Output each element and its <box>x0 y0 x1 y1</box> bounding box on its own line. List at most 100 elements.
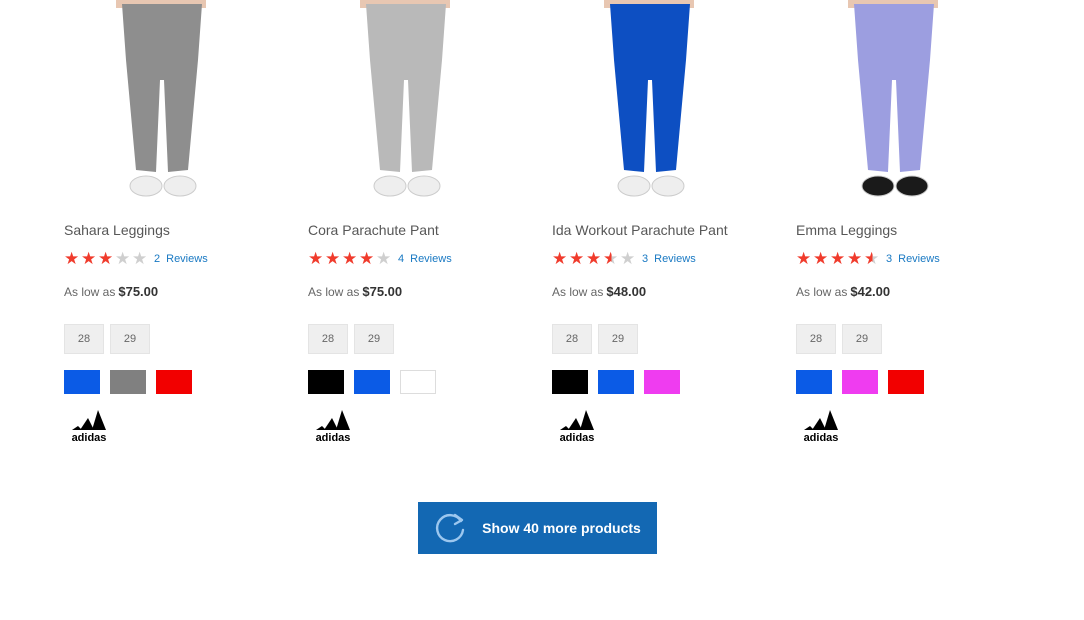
product-rating: ★ ★ ★ ★ ★ 4 Reviews <box>308 250 452 268</box>
star-icon: ★ <box>115 249 131 268</box>
svg-text:adidas: adidas <box>316 432 351 444</box>
color-swatches <box>64 370 192 394</box>
star-icon: ★ <box>308 249 324 268</box>
star-icon: ★ <box>830 249 846 268</box>
product-name-link[interactable]: Sahara Leggings <box>64 222 170 238</box>
color-swatch[interactable] <box>400 370 436 394</box>
product-image[interactable] <box>796 0 996 210</box>
star-icon: ★ <box>98 249 114 268</box>
brand-logo: adidas <box>796 408 846 449</box>
size-option[interactable]: 28 <box>796 324 836 354</box>
star-icon: ★ <box>64 249 80 268</box>
reviews-link[interactable]: 4 Reviews <box>398 253 452 265</box>
review-count: 2 <box>154 253 161 265</box>
brand-logo: adidas <box>308 408 358 449</box>
size-option[interactable]: 29 <box>354 324 394 354</box>
reviews-label: Reviews <box>898 253 940 265</box>
product-card: Sahara Leggings ★ ★ ★ ★ ★ 2 Reviews As low as $75… <box>64 0 308 444</box>
size-option[interactable]: 28 <box>552 324 592 354</box>
reviews-link[interactable]: 3 Reviews <box>642 253 696 265</box>
star-icon: ★ <box>813 249 829 268</box>
star-icon: ★ <box>325 249 341 268</box>
rating-stars: ★ ★ ★ ★ ★ <box>796 250 881 268</box>
product-card: Emma Leggings ★ ★ ★ ★ ★ 3 Reviews As low as $42.0… <box>796 0 1040 444</box>
product-name-link[interactable]: Cora Parachute Pant <box>308 222 439 238</box>
star-icon: ★ <box>342 249 358 268</box>
review-count: 3 <box>886 253 893 265</box>
reviews-link[interactable]: 3 Reviews <box>886 253 940 265</box>
color-swatch[interactable] <box>644 370 680 394</box>
svg-text:adidas: adidas <box>72 432 107 444</box>
color-swatch[interactable] <box>796 370 832 394</box>
color-swatch[interactable] <box>888 370 924 394</box>
review-count: 3 <box>642 253 649 265</box>
product-rating: ★ ★ ★ ★ ★ 2 Reviews <box>64 250 208 268</box>
color-swatch[interactable] <box>110 370 146 394</box>
product-rating: ★ ★ ★ ★ ★ 3 Reviews <box>796 250 940 268</box>
svg-text:adidas: adidas <box>804 432 839 444</box>
review-count: 4 <box>398 253 405 265</box>
star-icon: ★ <box>603 249 619 268</box>
size-option[interactable]: 28 <box>308 324 348 354</box>
color-swatches <box>796 370 924 394</box>
product-rating: ★ ★ ★ ★ ★ 3 Reviews <box>552 250 696 268</box>
star-icon: ★ <box>847 249 863 268</box>
size-options: 28 29 <box>64 324 150 354</box>
size-options: 28 29 <box>308 324 394 354</box>
reviews-label: Reviews <box>166 253 208 265</box>
size-option[interactable]: 29 <box>842 324 882 354</box>
color-swatches <box>308 370 436 394</box>
color-swatch[interactable] <box>598 370 634 394</box>
color-swatch[interactable] <box>64 370 100 394</box>
color-swatch[interactable] <box>842 370 878 394</box>
star-icon: ★ <box>359 249 375 268</box>
star-icon: ★ <box>376 249 392 268</box>
star-icon: ★ <box>132 249 148 268</box>
star-icon: ★ <box>81 249 97 268</box>
price-prefix: As low as <box>796 285 848 299</box>
star-icon: ★ <box>552 249 568 268</box>
product-name-link[interactable]: Emma Leggings <box>796 222 897 238</box>
reviews-link[interactable]: 2 Reviews <box>154 253 208 265</box>
product-image[interactable] <box>552 0 752 210</box>
product-image[interactable] <box>64 0 264 210</box>
color-swatch[interactable] <box>354 370 390 394</box>
size-option[interactable]: 29 <box>598 324 638 354</box>
star-icon: ★ <box>864 249 880 268</box>
product-image[interactable] <box>308 0 508 210</box>
product-price: As low as $75.00 <box>308 284 402 299</box>
show-more-label: Show 40 more products <box>482 520 641 536</box>
brand-logo: adidas <box>552 408 602 449</box>
price-prefix: As low as <box>64 285 116 299</box>
product-price: As low as $42.00 <box>796 284 890 299</box>
brand-logo: adidas <box>64 408 114 449</box>
product-card: Ida Workout Parachute Pant ★ ★ ★ ★ ★ 3 Reviews A… <box>552 0 796 444</box>
star-icon: ★ <box>796 249 812 268</box>
star-icon: ★ <box>620 249 636 268</box>
reviews-label: Reviews <box>654 253 696 265</box>
star-icon: ★ <box>586 249 602 268</box>
product-price: As low as $75.00 <box>64 284 158 299</box>
product-grid: Sahara Leggings ★ ★ ★ ★ ★ 2 Reviews As low as $75… <box>64 0 1040 444</box>
color-swatches <box>552 370 680 394</box>
size-option[interactable]: 28 <box>64 324 104 354</box>
star-icon: ★ <box>569 249 585 268</box>
product-name-link[interactable]: Ida Workout Parachute Pant <box>552 222 728 238</box>
color-swatch[interactable] <box>552 370 588 394</box>
size-option[interactable]: 29 <box>110 324 150 354</box>
rating-stars: ★ ★ ★ ★ ★ <box>552 250 637 268</box>
price-amount: $75.00 <box>118 284 159 299</box>
price-prefix: As low as <box>308 285 360 299</box>
size-options: 28 29 <box>796 324 882 354</box>
reviews-label: Reviews <box>410 253 452 265</box>
refresh-icon <box>434 511 468 545</box>
price-amount: $75.00 <box>362 284 403 299</box>
price-amount: $48.00 <box>606 284 647 299</box>
product-price: As low as $48.00 <box>552 284 646 299</box>
rating-stars: ★ ★ ★ ★ ★ <box>64 250 149 268</box>
size-options: 28 29 <box>552 324 638 354</box>
color-swatch[interactable] <box>156 370 192 394</box>
show-more-products-button[interactable]: Show 40 more products <box>418 502 657 554</box>
color-swatch[interactable] <box>308 370 344 394</box>
price-amount: $42.00 <box>850 284 891 299</box>
